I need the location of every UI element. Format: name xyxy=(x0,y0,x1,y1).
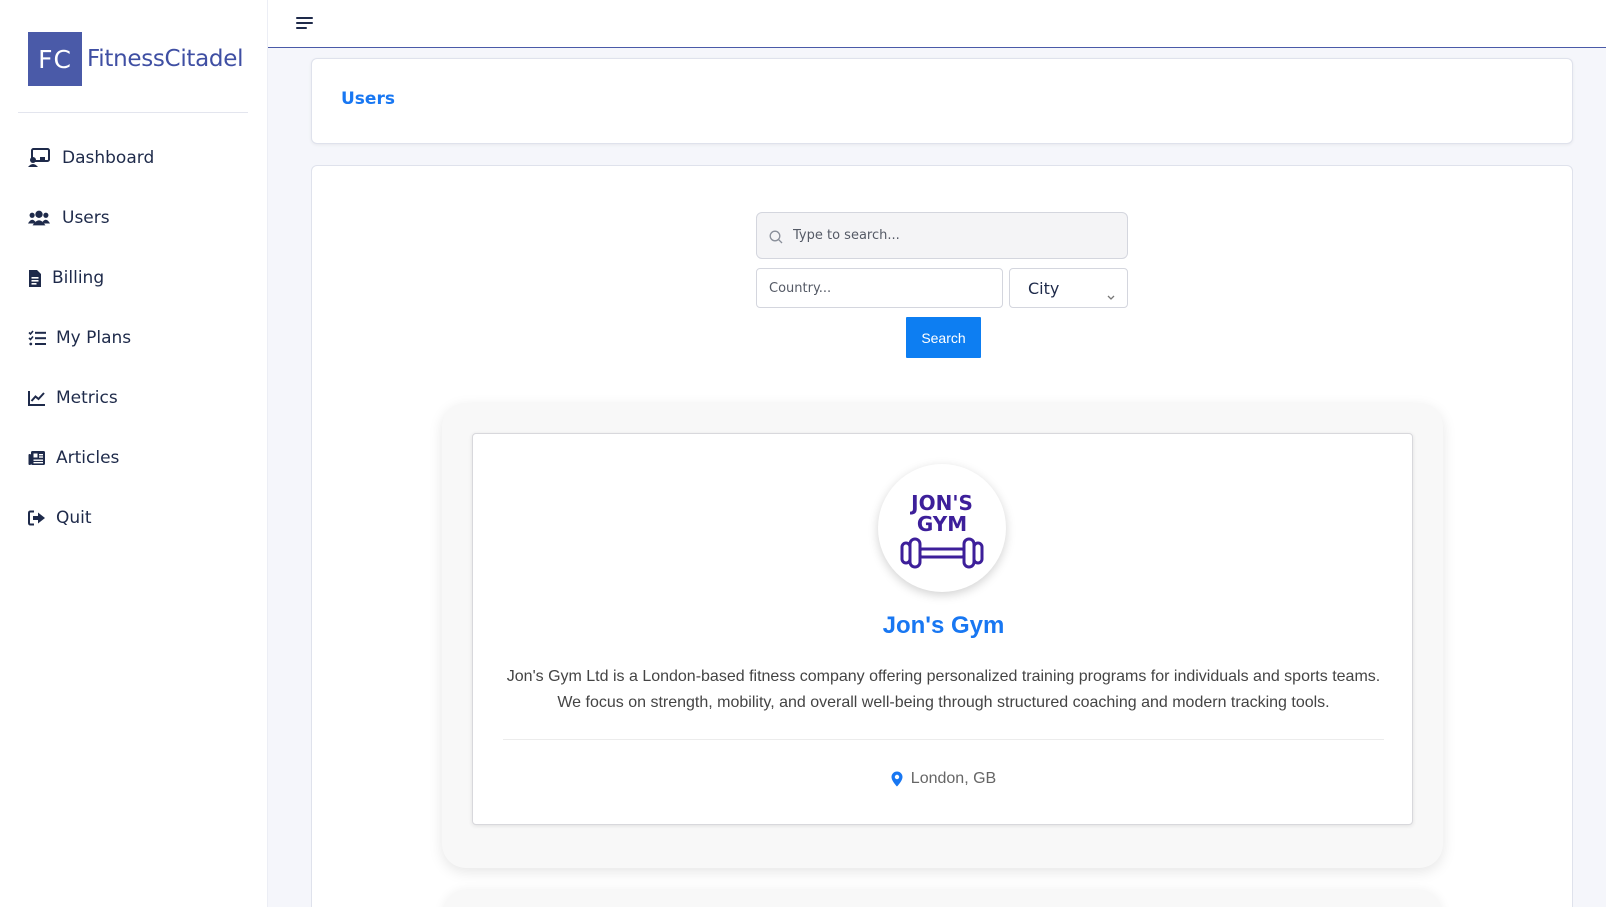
city-select[interactable]: City xyxy=(1009,268,1128,308)
sidebar-item-articles[interactable]: Articles xyxy=(0,428,268,488)
sidebar-item-billing[interactable]: Billing xyxy=(0,248,268,308)
sidebar-item-quit[interactable]: Quit xyxy=(0,488,268,548)
brand-logo[interactable]: FC FitnessCitadel xyxy=(28,32,243,86)
users-content-card: City Search JON'S GYM J xyxy=(311,165,1573,907)
gym-location-text: London, GB xyxy=(910,770,997,787)
page-title: Users xyxy=(341,89,395,109)
gym-logo: JON'S GYM xyxy=(878,464,1006,592)
top-bar xyxy=(268,0,1606,48)
search-button[interactable]: Search xyxy=(906,317,981,358)
sidebar-item-label: Billing xyxy=(52,268,105,288)
users-icon xyxy=(28,207,50,229)
search-box xyxy=(756,212,1128,259)
city-select-value: City xyxy=(1028,279,1060,298)
gym-location: London, GB xyxy=(473,770,1414,788)
sidebar-item-label: Dashboard xyxy=(62,148,155,168)
gym-description-line: We focus on strength, mobility, and over… xyxy=(557,694,1330,711)
chevron-down-icon xyxy=(1107,285,1115,304)
brand-initials: FC xyxy=(28,32,82,86)
dumbbell-icon xyxy=(900,537,984,569)
plans-list-icon xyxy=(28,327,46,349)
sidebar-item-dashboard[interactable]: Dashboard xyxy=(0,128,268,188)
chart-line-icon xyxy=(28,387,46,409)
sidebar-item-my-plans[interactable]: My Plans xyxy=(0,308,268,368)
gym-card-container: JON'S GYM Jon's Gym Jon's Gym Ltd is a L… xyxy=(442,403,1443,868)
gym-logo-text-line2: GYM xyxy=(917,512,967,536)
sign-out-icon xyxy=(28,507,46,529)
billing-icon xyxy=(28,267,42,289)
map-pin-icon xyxy=(891,771,903,787)
search-icon xyxy=(769,229,783,248)
gym-description-line: Jon's Gym Ltd is a London-based fitness … xyxy=(506,668,1381,685)
dashboard-icon xyxy=(28,147,50,169)
country-input[interactable] xyxy=(756,268,1003,308)
sidebar-item-users[interactable]: Users xyxy=(0,188,268,248)
gym-name: Jon's Gym xyxy=(882,612,1005,639)
hamburger-menu-icon[interactable] xyxy=(296,17,314,31)
sidebar: FC FitnessCitadel Dashboard Users Billin… xyxy=(0,0,268,907)
sidebar-item-metrics[interactable]: Metrics xyxy=(0,368,268,428)
sidebar-nav: Dashboard Users Billing My Plans Metrics xyxy=(0,128,268,548)
page-header-card: Users xyxy=(311,58,1573,144)
search-input[interactable] xyxy=(793,213,1113,258)
sidebar-item-label: Articles xyxy=(56,448,120,468)
sidebar-item-label: Metrics xyxy=(56,388,118,408)
brand-divider xyxy=(18,112,248,113)
card-divider xyxy=(503,739,1384,740)
sidebar-item-label: My Plans xyxy=(56,328,132,348)
brand-name: FitnessCitadel xyxy=(87,46,244,72)
gym-description: Jon's Gym Ltd is a London-based fitness … xyxy=(493,664,1394,716)
next-gym-card xyxy=(442,891,1443,907)
sidebar-item-label: Quit xyxy=(56,508,92,528)
newspaper-icon xyxy=(28,447,46,469)
sidebar-item-label: Users xyxy=(62,208,110,228)
gym-card[interactable]: JON'S GYM Jon's Gym Jon's Gym Ltd is a L… xyxy=(472,433,1413,825)
